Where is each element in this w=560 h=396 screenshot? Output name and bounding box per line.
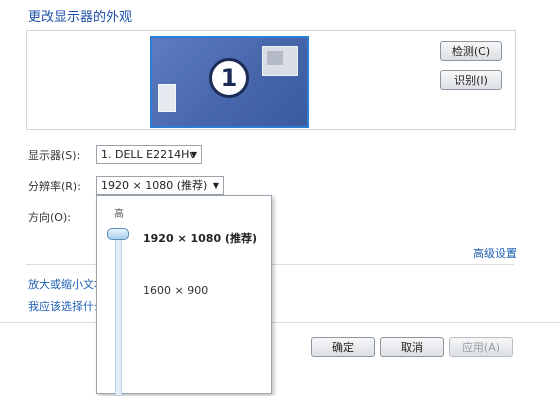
resolution-slider-thumb[interactable] <box>107 228 129 240</box>
resolution-select[interactable]: 1920 × 1080 (推荐) ▼ <box>96 176 224 195</box>
document-thumbnail-icon <box>158 84 176 112</box>
slider-high-label: 高 <box>114 209 124 220</box>
monitor-number-badge: 1 <box>209 58 249 98</box>
window-thumbnail-inner <box>267 51 283 65</box>
footer-divider <box>0 322 560 323</box>
chevron-down-icon: ▼ <box>212 181 219 190</box>
display-select-value: 1. DELL E2214Hv <box>101 148 196 161</box>
monitor-1-preview[interactable]: 1 <box>150 36 309 128</box>
display-label: 显示器(S): <box>28 149 81 162</box>
cancel-button[interactable]: 取消 <box>380 337 444 357</box>
chevron-down-icon: ▼ <box>190 150 197 159</box>
advanced-settings-link[interactable]: 高级设置 <box>473 245 517 261</box>
resolution-slider-track[interactable] <box>115 234 122 396</box>
resolution-dropdown[interactable]: 高 1920 × 1080 (推荐) 1600 × 900 <box>96 195 272 396</box>
enlarge-text-link[interactable]: 放大或缩小文本 <box>28 276 105 292</box>
resolution-select-value: 1920 × 1080 (推荐) <box>101 179 208 192</box>
orientation-label: 方向(O): <box>28 211 71 224</box>
window-thumbnail-icon <box>262 46 298 76</box>
detect-button[interactable]: 检测(C) <box>440 41 502 61</box>
display-select[interactable]: 1. DELL E2214Hv ▼ <box>96 145 202 164</box>
ok-button[interactable]: 确定 <box>311 337 375 357</box>
identify-button[interactable]: 识别(I) <box>440 70 502 90</box>
apply-button[interactable]: 应用(A) <box>449 337 513 357</box>
resolution-option[interactable]: 1600 × 900 <box>143 284 208 297</box>
page-title: 更改显示器的外观 <box>28 10 133 25</box>
which-settings-link[interactable]: 我应该选择什么 <box>28 298 105 314</box>
resolution-label: 分辨率(R): <box>28 180 81 193</box>
resolution-option[interactable]: 1920 × 1080 (推荐) <box>143 230 257 246</box>
